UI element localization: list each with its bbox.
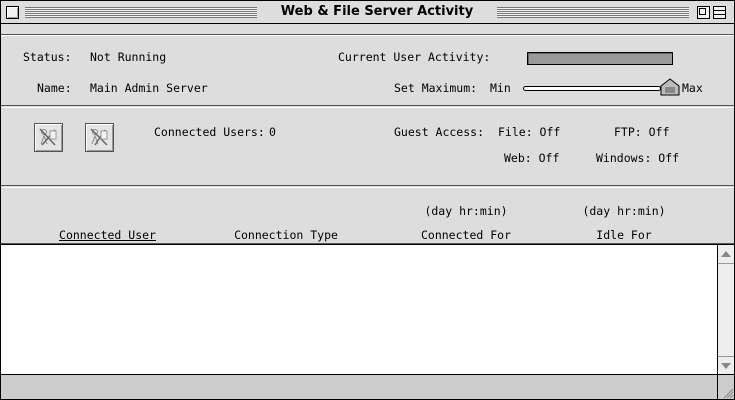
guest-windows-status: Windows: Off bbox=[596, 151, 680, 165]
window-title: Web & File Server Activity bbox=[257, 3, 497, 21]
grow-box-grip bbox=[723, 388, 734, 399]
send-message-icon bbox=[90, 128, 108, 146]
zoom-box-icon[interactable] bbox=[697, 6, 710, 19]
name-label: Name: bbox=[37, 81, 72, 95]
connected-users-count: 0 bbox=[269, 125, 276, 139]
status-label: Status: bbox=[23, 50, 72, 64]
connected-for-unit: (day hr:min) bbox=[424, 204, 508, 218]
title-bar-stripes-right bbox=[497, 7, 689, 18]
vertical-scrollbar[interactable] bbox=[717, 244, 734, 375]
title-bar-stripes-left bbox=[25, 7, 257, 18]
scroll-up-divider bbox=[718, 263, 734, 264]
maximum-slider-track[interactable] bbox=[523, 86, 661, 91]
column-header-connected-user[interactable]: Connected User bbox=[45, 228, 170, 242]
slider-min-label: Min bbox=[490, 81, 511, 95]
column-header-connected-for[interactable]: Connected For bbox=[401, 228, 531, 242]
connected-users-list[interactable] bbox=[1, 244, 717, 375]
scroll-down-icon[interactable] bbox=[721, 363, 731, 369]
scroll-up-icon[interactable] bbox=[721, 251, 731, 257]
collapse-box-icon[interactable] bbox=[713, 6, 726, 19]
title-bar[interactable]: Web & File Server Activity bbox=[1, 1, 734, 24]
column-header-idle-for[interactable]: Idle For bbox=[559, 228, 689, 242]
bottom-bar bbox=[1, 374, 717, 399]
guest-web-status: Web: Off bbox=[504, 151, 560, 165]
status-panel bbox=[1, 34, 734, 106]
server-activity-window: Web & File Server Activity Status: Not R… bbox=[0, 0, 735, 400]
slider-max-label: Max bbox=[682, 81, 703, 95]
user-activity-meter bbox=[527, 52, 673, 65]
guest-ftp-status: FTP: Off bbox=[614, 125, 670, 139]
disconnect-user-button[interactable] bbox=[34, 123, 63, 152]
activity-label: Current User Activity: bbox=[338, 50, 491, 64]
set-maximum-label: Set Maximum: bbox=[394, 81, 478, 95]
disconnect-user-icon bbox=[39, 128, 57, 146]
column-header-connection-type[interactable]: Connection Type bbox=[216, 228, 356, 242]
scroll-down-divider bbox=[718, 356, 734, 357]
idle-for-unit: (day hr:min) bbox=[582, 204, 666, 218]
maximum-slider-thumb[interactable] bbox=[659, 78, 681, 96]
guest-access-label: Guest Access: bbox=[394, 125, 485, 139]
guest-file-status: File: Off bbox=[498, 125, 561, 139]
status-value: Not Running bbox=[90, 50, 167, 64]
grow-box-icon[interactable] bbox=[717, 374, 734, 399]
close-box-icon[interactable] bbox=[6, 6, 19, 19]
name-value: Main Admin Server bbox=[90, 81, 208, 95]
send-message-button[interactable] bbox=[85, 123, 114, 152]
connected-users-label: Connected Users: bbox=[154, 125, 265, 139]
